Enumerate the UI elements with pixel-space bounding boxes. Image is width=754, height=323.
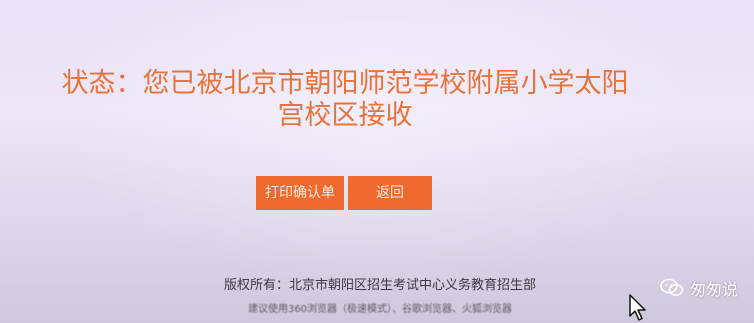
watermark-text: 匆匆说 [689, 280, 738, 299]
status-text-line-1: 状态：您已被北京市朝阳师范学校附属小学太阳 [61, 68, 629, 99]
status-text-line-2: 宫校区接收 [277, 100, 413, 131]
footer-browser-hint: 建议使用360浏览器（极速模式）、谷歌浏览器、火狐浏览器 [247, 304, 513, 315]
footer-copyright: 版权所有：北京市朝阳区招生考试中心义务教育招生部 [223, 278, 536, 293]
wechat-icon [660, 278, 684, 296]
watermark: 匆匆说 [660, 276, 738, 300]
mouse-cursor-icon [629, 294, 646, 321]
print-confirmation-button[interactable]: 打印确认单 [256, 176, 344, 210]
back-button[interactable]: 返回 [348, 176, 432, 210]
